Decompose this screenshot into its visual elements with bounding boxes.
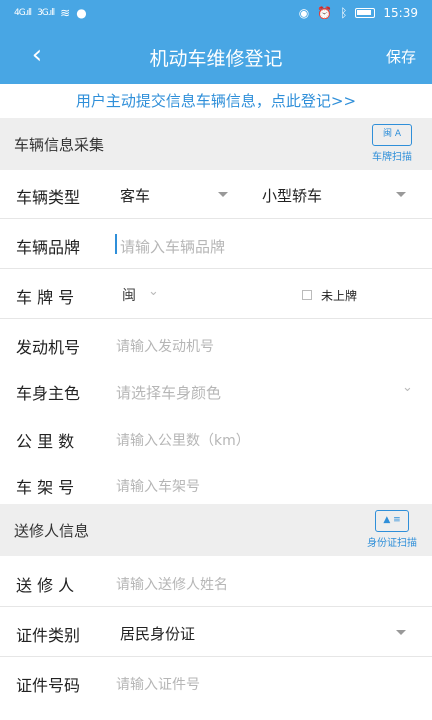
page-title: 机动车维修登记 <box>149 48 283 70</box>
field-label: 证件号码 <box>16 676 81 695</box>
dropdown-caret-icon[interactable] <box>396 630 406 635</box>
color-select[interactable]: 请选择车身颜色 <box>116 382 221 403</box>
dropdown-caret-icon[interactable] <box>218 192 228 197</box>
section-title: 送修人信息 <box>14 522 90 540</box>
field-label: 车 架 号 <box>16 478 75 497</box>
vehicle-subtype-select[interactable]: 小型轿车 <box>262 185 322 206</box>
field-label: 车辆类型 <box>16 188 81 207</box>
vin-input[interactable]: 请输入车架号 <box>116 476 200 496</box>
field-label: 送 修 人 <box>16 576 75 595</box>
field-label: 公 里 数 <box>16 432 75 451</box>
wifi-icon: ≋ <box>60 6 71 20</box>
dropdown-caret-icon[interactable] <box>396 192 406 197</box>
color-row: 车身主色 请选择车身颜色 ⌄ <box>0 366 432 415</box>
plate-row: 车 牌 号 闽 ⌄ 未上牌 <box>0 270 432 319</box>
plate-scan-icon: 闽 A <box>372 124 412 146</box>
clock-time: 15:39 <box>383 6 418 20</box>
engine-row: 发动机号 请输入发动机号 <box>0 320 432 369</box>
vehicle-section-header: 车辆信息采集 闽 A 车牌扫描 <box>0 118 432 170</box>
id-card-icon: ▲ ≡ <box>375 510 409 532</box>
engine-input[interactable]: 请输入发动机号 <box>116 336 214 356</box>
text-cursor <box>115 234 117 254</box>
no-plate-checkbox[interactable] <box>302 290 312 300</box>
vehicle-type-select[interactable]: 客车 <box>120 185 150 206</box>
id-number-input[interactable]: 请输入证件号 <box>116 674 200 694</box>
section-title: 车辆信息采集 <box>14 136 105 154</box>
vin-row: 车 架 号 请输入车架号 <box>0 460 432 509</box>
save-button[interactable]: 保存 <box>386 46 416 67</box>
field-label: 车身主色 <box>16 384 81 403</box>
brand-input[interactable]: 请输入车辆品牌 <box>120 236 225 257</box>
chevron-down-icon[interactable]: ⌄ <box>148 284 159 299</box>
app-header: ‹ 机动车维修登记 保存 <box>0 28 432 84</box>
brand-row: 车辆品牌 请输入车辆品牌 <box>0 220 432 269</box>
field-label: 发动机号 <box>16 338 81 357</box>
status-bar: 4G.ıll 3G.ıll ≋ ● ◉ ⏰ ᛒ 15:39 <box>0 0 432 28</box>
no-plate-label: 未上牌 <box>321 289 358 303</box>
sender-name-input[interactable]: 请输入送修人姓名 <box>116 574 228 594</box>
mileage-row: 公 里 数 请输入公里数（km） <box>0 414 432 463</box>
plate-prefix-select[interactable]: 闽 <box>122 285 136 305</box>
plate-scan-label: 车牌扫描 <box>372 152 412 163</box>
id-number-row: 证件号码 请输入证件号 <box>0 658 432 707</box>
id-type-row: 证件类别 居民身份证 <box>0 608 432 657</box>
plate-scan-button[interactable]: 闽 A 车牌扫描 <box>364 124 420 163</box>
signal-icon-2: 3G.ıll <box>37 8 55 18</box>
mileage-input[interactable]: 请输入公里数（km） <box>116 430 250 450</box>
alarm-icon: ⏰ <box>317 6 333 20</box>
id-type-select[interactable]: 居民身份证 <box>120 623 195 644</box>
field-label: 车辆品牌 <box>16 238 81 257</box>
field-label: 证件类别 <box>16 626 81 645</box>
signal-icon: 4G.ıll <box>14 8 32 18</box>
field-label: 车 牌 号 <box>16 288 75 307</box>
id-scan-button[interactable]: ▲ ≡ 身份证扫描 <box>360 510 424 549</box>
id-scan-label: 身份证扫描 <box>367 538 417 549</box>
battery-icon <box>355 8 376 18</box>
vehicle-type-row: 车辆类型 客车 小型轿车 <box>0 170 432 219</box>
bluetooth-icon: ᛒ <box>340 6 348 20</box>
chevron-down-icon[interactable]: ⌄ <box>402 380 413 395</box>
eye-icon: ◉ <box>298 6 310 20</box>
owner-section-header: 送修人信息 ▲ ≡ 身份证扫描 <box>0 504 432 556</box>
register-link[interactable]: 用户主动提交信息车辆信息，点此登记>> <box>0 84 432 118</box>
chat-icon: ● <box>76 6 87 20</box>
sender-row: 送 修 人 请输入送修人姓名 <box>0 558 432 607</box>
